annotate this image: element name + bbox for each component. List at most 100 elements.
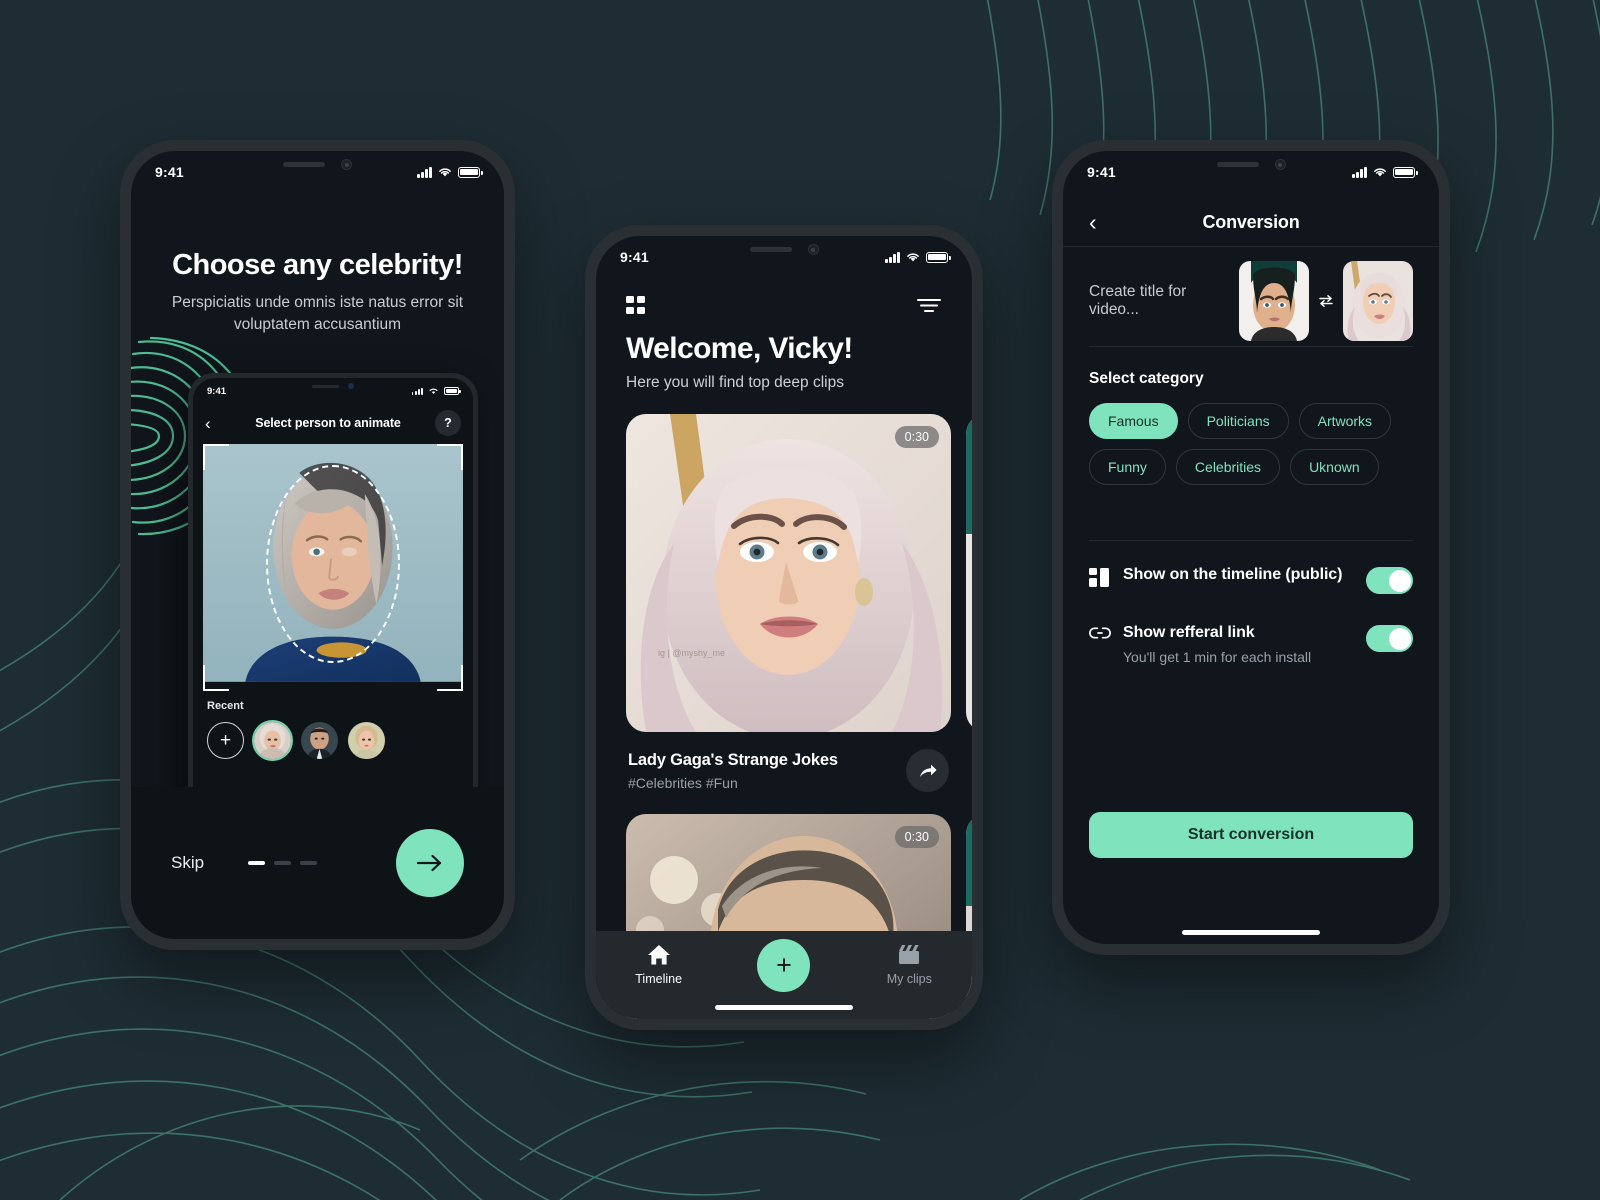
video-thumbnail-image: ig | @myshy_me: [626, 414, 951, 732]
title-field-row: Create title for video...: [1089, 255, 1413, 347]
source-face-thumbnail[interactable]: [1239, 260, 1309, 341]
tab-my-clips[interactable]: My clips: [847, 943, 972, 986]
wifi-icon: [907, 253, 919, 262]
page-title: Conversion: [1202, 212, 1300, 232]
avatar-image: [301, 722, 338, 759]
category-chip-famous[interactable]: Famous: [1089, 403, 1178, 439]
page-title: Choose any celebrity!: [172, 249, 463, 281]
status-bar-time: 9:41: [620, 249, 649, 265]
page-subtitle: Perspiciatis unde omnis iste natus error…: [171, 294, 464, 334]
face-selection-viewport[interactable]: [203, 444, 463, 691]
battery-icon: [458, 166, 483, 178]
video-thumbnail[interactable]: ig | @myshy_me 0:30: [626, 414, 951, 732]
filter-icon[interactable]: [916, 296, 942, 314]
speaker-grill: [1216, 162, 1259, 167]
cellular-signal-icon: [417, 166, 432, 178]
cellular-signal-icon: [1352, 166, 1367, 178]
avatar-lady-gaga[interactable]: [254, 722, 291, 759]
start-conversion-button[interactable]: Start conversion: [1089, 812, 1413, 858]
inner-status-bar-time: 9:41: [207, 385, 227, 397]
speaker-grill: [283, 162, 325, 167]
wifi-icon: [439, 168, 451, 177]
avatar-female-celebrity[interactable]: [348, 722, 385, 759]
help-button[interactable]: ?: [435, 410, 461, 436]
avatar-male-celebrity[interactable]: [301, 722, 338, 759]
avatar-image: [348, 722, 385, 759]
front-camera: [341, 159, 352, 170]
category-chip-celebrities[interactable]: Celebrities: [1175, 449, 1281, 485]
tab-create[interactable]: +: [721, 939, 846, 992]
home-indicator: [1182, 930, 1320, 935]
recent-avatar-row: +: [207, 722, 459, 759]
category-chip-artworks[interactable]: Artworks: [1298, 403, 1392, 439]
page-dot-2[interactable]: [274, 861, 292, 865]
grid-icon[interactable]: [626, 295, 645, 315]
setting-title: Show refferal link: [1123, 624, 1255, 641]
video-meta: Lady Gaga's Strange Jokes #Celebrities #…: [626, 732, 951, 806]
inner-front-camera: [348, 383, 354, 389]
notch: [1175, 151, 1327, 178]
recent-section: Recent +: [193, 700, 473, 759]
clapperboard-icon: [899, 945, 920, 964]
video-title: Lady Gaga's Strange Jokes: [628, 750, 838, 769]
battery-icon: [1393, 166, 1418, 178]
toggle-show-referral-link[interactable]: [1366, 625, 1413, 652]
inner-nav-title: Select person to animate: [255, 416, 401, 430]
tab-timeline[interactable]: Timeline: [596, 943, 721, 986]
inner-screen: 9:41 ‹ Select person to animate ? Recent…: [193, 378, 473, 808]
category-chip-uknown[interactable]: Uknown: [1290, 449, 1379, 485]
home-indicator: [715, 1005, 853, 1010]
inner-battery-icon: [444, 387, 461, 395]
timeline-topbar: [596, 284, 972, 326]
timeline-screen: 9:41 Welcome, Vicky! Here you will find …: [596, 236, 972, 1019]
video-feed[interactable]: ig | @myshy_me 0:30 Lady Gaga's Strange …: [596, 414, 972, 1019]
video-watermark: ig | @myshy_me: [658, 648, 725, 658]
face-detection-oval[interactable]: [266, 464, 400, 663]
recent-label: Recent: [207, 700, 244, 712]
setting-row-referral-link[interactable]: Show refferal link You'll get 1 min for …: [1089, 614, 1413, 669]
conversion-screen: 9:41 ‹ Conversion Create title for video…: [1063, 151, 1439, 944]
next-button[interactable]: [396, 829, 464, 897]
create-fab-button[interactable]: +: [757, 939, 811, 992]
battery-icon: [926, 251, 951, 263]
link-icon: [1089, 624, 1123, 645]
welcome-subtitle: Here you will find top deep clips: [626, 374, 844, 391]
setting-row-show-timeline[interactable]: Show on the timeline (public): [1089, 556, 1413, 598]
phone-timeline-mockup: 9:41 Welcome, Vicky! Here you will find …: [585, 225, 983, 1030]
avatar-add-button[interactable]: +: [207, 722, 244, 759]
page-dot-1[interactable]: [248, 861, 266, 865]
tab-timeline-label: Timeline: [635, 972, 683, 986]
home-icon: [647, 945, 670, 965]
arrow-right-icon: [416, 854, 442, 872]
target-face-image: [1343, 260, 1413, 341]
video-thumbnail-peek[interactable]: [966, 414, 972, 732]
feed-row-1: ig | @myshy_me 0:30 Lady Gaga's Strange …: [596, 414, 972, 806]
section-divider: [1089, 540, 1413, 541]
category-chip-politicians[interactable]: Politicians: [1187, 403, 1289, 439]
tab-my-clips-label: My clips: [886, 972, 932, 986]
avatar-image: [254, 722, 291, 759]
select-category-label: Select category: [1089, 370, 1204, 387]
toggle-show-timeline[interactable]: [1366, 567, 1413, 594]
target-face-thumbnail[interactable]: [1343, 260, 1413, 341]
video-tags: #Celebrities #Fun: [628, 774, 738, 791]
share-icon: [919, 764, 937, 777]
onboarding-footer: Skip: [131, 787, 504, 939]
conversion-navbar: ‹ Conversion: [1063, 199, 1439, 247]
category-chip-funny[interactable]: Funny: [1089, 449, 1166, 485]
inner-cellular-signal-icon: [411, 387, 423, 395]
skip-button[interactable]: Skip: [171, 853, 204, 873]
video-card-peek[interactable]: [966, 414, 972, 806]
video-title-input[interactable]: Create title for video...: [1089, 283, 1239, 319]
back-button[interactable]: ‹: [1089, 211, 1111, 234]
cellular-signal-icon: [885, 251, 900, 263]
category-chip-group: Famous Politicians Artworks Funny Celebr…: [1089, 403, 1413, 485]
page-dot-3[interactable]: [300, 861, 318, 865]
share-button[interactable]: [906, 749, 949, 792]
inner-navbar: ‹ Select person to animate ?: [193, 404, 473, 442]
video-card[interactable]: ig | @myshy_me 0:30 Lady Gaga's Strange …: [626, 414, 951, 806]
chevron-left-icon[interactable]: ‹: [205, 415, 221, 432]
settings-section: Show on the timeline (public) Show reffe…: [1089, 556, 1413, 669]
welcome-title: Welcome, Vicky!: [626, 332, 853, 365]
status-bar-time: 9:41: [155, 164, 184, 180]
